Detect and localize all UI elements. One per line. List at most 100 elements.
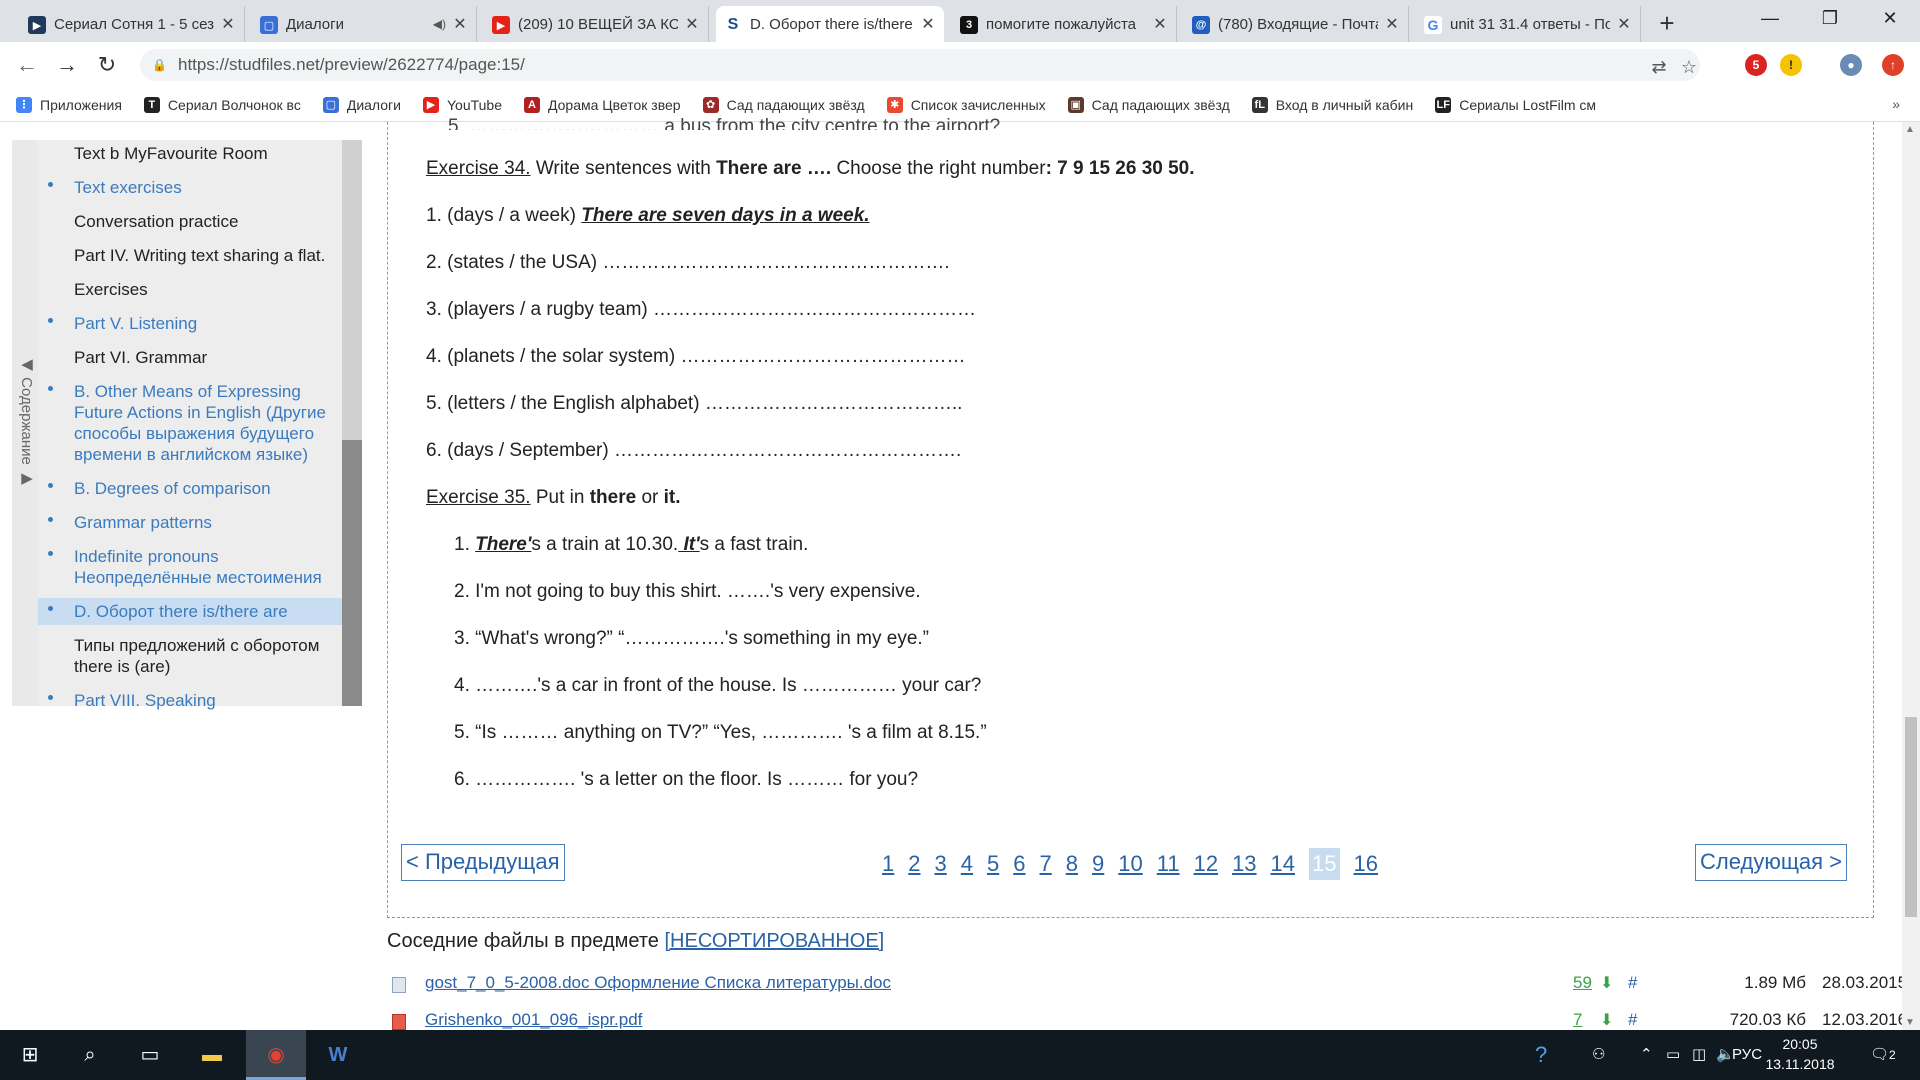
bookmark-item[interactable]: LF Сериалы LostFilm см — [1435, 96, 1596, 113]
tab-3[interactable]: ▶ (209) 10 ВЕЩЕЙ ЗА КОПЕЙКИ ✕ — [484, 6, 709, 42]
bookmark-item[interactable]: T Сериал Волчонок вс — [143, 96, 301, 113]
sidebar-item[interactable]: Grammar patterns — [38, 509, 342, 536]
update-icon[interactable]: ↑ — [1882, 54, 1904, 76]
close-icon[interactable]: ✕ — [1152, 14, 1168, 34]
adblock-icon[interactable]: 5 — [1745, 54, 1767, 76]
close-icon[interactable]: ✕ — [220, 14, 236, 34]
bookmark-item[interactable]: ▢ Диалоги — [322, 96, 401, 113]
download-count[interactable]: 7 — [1573, 1010, 1582, 1030]
search-icon[interactable]: ⌕ — [60, 1030, 120, 1080]
bookmarks-overflow-icon[interactable]: » — [1892, 96, 1900, 112]
tray-expand-icon[interactable]: ⌃ — [1640, 1030, 1653, 1080]
close-window-button[interactable]: ✕ — [1860, 0, 1920, 36]
page-link[interactable]: 7 — [1040, 848, 1052, 880]
bookmark-item[interactable]: ⋮ Приложения — [16, 96, 122, 113]
windows-start-icon[interactable]: ⊞ — [0, 1030, 60, 1080]
page-link-current[interactable]: 15 — [1309, 848, 1340, 880]
tab-4-active[interactable]: S D. Оборот there is/there are ✕ — [716, 6, 944, 42]
close-icon[interactable]: ✕ — [1616, 14, 1632, 34]
sidebar-item[interactable]: Part VI. Grammar — [38, 344, 342, 371]
maximize-button[interactable]: ❐ — [1800, 0, 1860, 36]
permalink[interactable]: # — [1628, 973, 1637, 993]
close-icon[interactable]: ✕ — [920, 14, 936, 34]
scroll-down-icon[interactable]: ▼ — [1905, 1017, 1915, 1028]
page-link[interactable]: 3 — [935, 848, 947, 880]
page-link[interactable]: 16 — [1354, 848, 1378, 880]
word-icon[interactable]: W — [308, 1030, 368, 1080]
bookmark-item[interactable]: ✱ Список зачисленных — [886, 96, 1046, 113]
page-link[interactable]: 10 — [1118, 848, 1142, 880]
chrome-icon[interactable]: ◉ — [246, 1030, 306, 1080]
download-arrow-icon[interactable]: ⬇ — [1600, 973, 1613, 993]
scroll-up-icon[interactable]: ▲ — [1905, 124, 1915, 135]
clock[interactable]: 20:05 13.11.2018 — [1755, 1034, 1845, 1074]
task-view-icon[interactable]: ▭ — [120, 1030, 180, 1080]
sidebar-item[interactable]: B. Degrees of comparison — [38, 475, 342, 502]
related-category-link[interactable]: [НЕСОРТИРОВАННОЕ] — [664, 930, 884, 952]
bookmark-item[interactable]: ▶ YouTube — [422, 96, 502, 113]
tab-7[interactable]: G unit 31 31.4 ответы - Поиск ✕ — [1416, 6, 1641, 42]
page-link[interactable]: 8 — [1066, 848, 1078, 880]
sidebar-item[interactable]: Text exercises — [38, 174, 342, 201]
page-link[interactable]: 12 — [1194, 848, 1218, 880]
bookmark-item[interactable]: fL Вход в личный кабин — [1251, 96, 1413, 113]
sidebar-item[interactable]: Conversation practice — [38, 208, 342, 235]
close-icon[interactable]: ✕ — [684, 14, 700, 34]
sidebar-item[interactable]: Типы предложений с оборотом there is (ar… — [38, 632, 342, 680]
people-icon[interactable]: ⚇ — [1592, 1030, 1605, 1080]
page-scrollbar[interactable]: ▲ ▼ — [1902, 122, 1920, 1030]
sidebar-scrollbar[interactable] — [342, 140, 362, 706]
prev-page-button[interactable]: < Предыдущая — [401, 844, 565, 881]
sidebar-item[interactable]: D. Оборот there is/there are — [38, 598, 342, 625]
download-arrow-icon[interactable]: ⬇ — [1600, 1010, 1613, 1030]
star-icon[interactable]: ☆ — [1678, 56, 1700, 78]
tab-6[interactable]: @ (780) Входящие - Почта ✕ — [1184, 6, 1409, 42]
sidebar-scroll-thumb[interactable] — [342, 440, 362, 706]
sidebar-item[interactable]: Part VIII. Speaking — [38, 687, 342, 714]
file-link[interactable]: Grishenko_001_096_ispr.pdf — [425, 1010, 642, 1030]
sidebar-item[interactable]: Text b MyFavourite Room — [38, 140, 342, 167]
bookmark-item[interactable]: ✿ Сад падающих звёзд — [702, 96, 865, 113]
file-explorer-icon[interactable]: ▬ — [182, 1030, 242, 1080]
page-link[interactable]: 6 — [1013, 848, 1025, 880]
sidebar-item[interactable]: Exercises — [38, 276, 342, 303]
extension-icon[interactable]: ! — [1780, 54, 1802, 76]
permalink[interactable]: # — [1628, 1010, 1637, 1030]
page-link[interactable]: 4 — [961, 848, 973, 880]
reload-button[interactable]: ↻ — [92, 50, 122, 80]
sidebar-item[interactable]: B. Other Means of Expressing Future Acti… — [38, 378, 342, 468]
page-link[interactable]: 11 — [1157, 848, 1180, 880]
address-bar[interactable]: 🔒 https://studfiles.net/preview/2622774/… — [140, 49, 1700, 81]
sidebar-item[interactable]: Part IV. Writing text sharing a flat. — [38, 242, 342, 269]
close-icon[interactable]: ✕ — [452, 14, 468, 34]
download-count[interactable]: 59 — [1573, 973, 1592, 993]
translate-icon[interactable]: ⇄ — [1648, 56, 1670, 78]
new-tab-button[interactable]: + — [1652, 9, 1682, 39]
page-link[interactable]: 5 — [987, 848, 999, 880]
url-text[interactable]: https://studfiles.net/preview/2622774/pa… — [178, 55, 525, 75]
back-button[interactable]: ← — [12, 50, 42, 80]
profile-avatar[interactable]: ● — [1840, 54, 1862, 76]
help-icon[interactable]: ? — [1535, 1030, 1547, 1080]
network-icon[interactable]: ◫ — [1692, 1030, 1706, 1080]
bookmark-item[interactable]: ▣ Сад падающих звёзд — [1067, 96, 1230, 113]
page-scroll-thumb[interactable] — [1905, 717, 1917, 917]
bookmark-item[interactable]: A Дорама Цветок звер — [524, 96, 681, 113]
file-link[interactable]: gost_7_0_5-2008.doc Оформление Списка ли… — [425, 973, 891, 993]
next-page-button[interactable]: Следующая > — [1695, 844, 1848, 881]
notifications-icon[interactable]: 🗨2 — [1870, 1030, 1896, 1080]
page-link[interactable]: 9 — [1092, 848, 1104, 880]
close-icon[interactable]: ✕ — [1384, 14, 1400, 34]
page-link[interactable]: 2 — [908, 848, 920, 880]
speaker-icon[interactable]: ◀) — [433, 17, 446, 31]
forward-button[interactable]: → — [52, 50, 82, 80]
tab-1[interactable]: ▶ Сериал Сотня 1 - 5 сезон ✕ — [20, 6, 245, 42]
contents-toggle-handle[interactable]: ◀ Содержание ▶ — [12, 140, 38, 706]
battery-icon[interactable]: ▭ — [1666, 1030, 1680, 1080]
tab-2[interactable]: ▢ Диалоги ◀) ✕ — [252, 6, 477, 42]
page-link[interactable]: 1 — [882, 848, 894, 880]
minimize-button[interactable]: — — [1740, 0, 1800, 36]
page-link[interactable]: 14 — [1271, 848, 1295, 880]
tab-5[interactable]: 3 помогите пожалуйста ✕ — [952, 6, 1177, 42]
sidebar-item[interactable]: Indefinite pronouns Неопределённые место… — [38, 543, 342, 591]
